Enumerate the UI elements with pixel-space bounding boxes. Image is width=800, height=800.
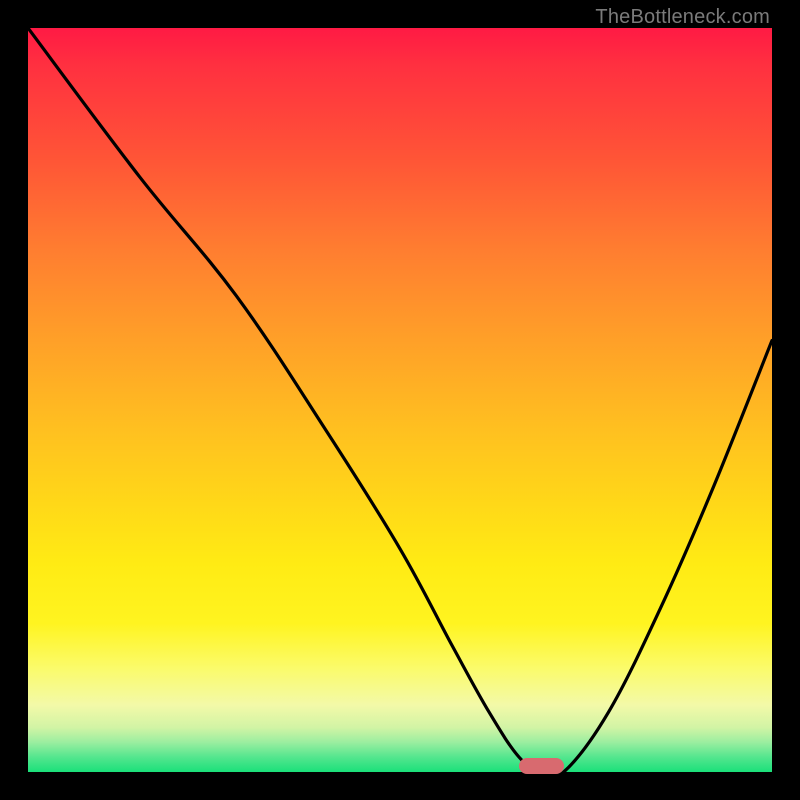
- bottleneck-curve: [28, 28, 772, 772]
- watermark-text: TheBottleneck.com: [595, 6, 770, 29]
- optimal-marker: [519, 758, 564, 774]
